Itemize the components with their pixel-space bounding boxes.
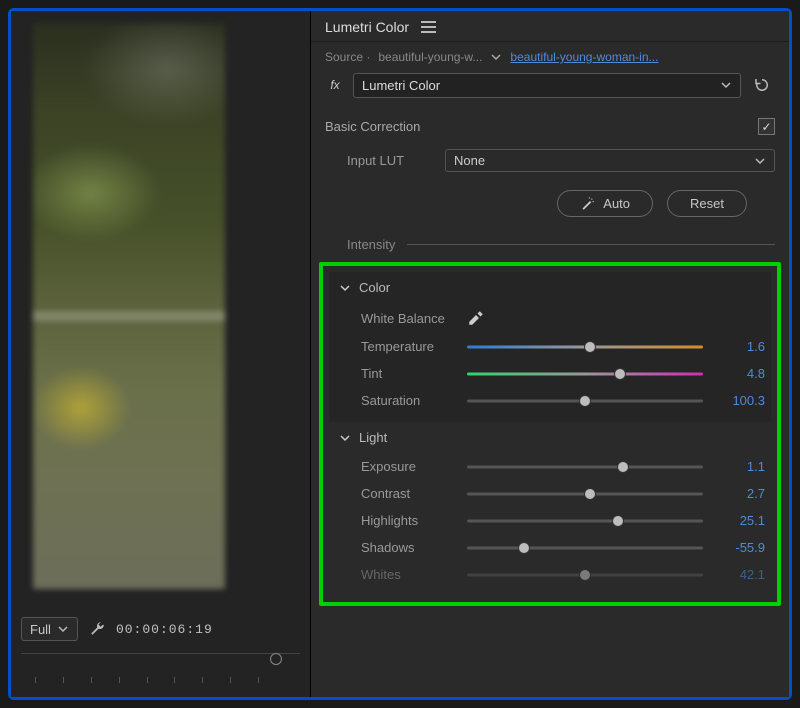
timeline-scrubber[interactable] (21, 653, 300, 667)
temperature-label: Temperature (361, 339, 457, 354)
temperature-value[interactable]: 1.6 (713, 339, 765, 354)
chevron-down-icon (720, 79, 732, 91)
chevron-down-icon (339, 432, 351, 444)
lumetri-panel: Lumetri Color Source · beautiful-young-w… (311, 11, 789, 697)
effect-name: Lumetri Color (362, 78, 440, 93)
panel-title: Lumetri Color (325, 19, 409, 35)
clip-link[interactable]: beautiful-young-woman-in... (510, 50, 658, 64)
light-group-header[interactable]: Light (329, 426, 771, 453)
timecode[interactable]: 00:00:06:19 (116, 622, 213, 637)
color-group-title: Color (359, 280, 390, 295)
input-lut-select[interactable]: None (445, 149, 775, 172)
reset-button[interactable]: Reset (667, 190, 747, 217)
whites-slider[interactable] (467, 568, 703, 582)
preview-scale-select[interactable]: Full (21, 617, 78, 641)
playhead-marker[interactable] (270, 653, 282, 665)
preview-scale-label: Full (30, 622, 51, 637)
intensity-label: Intensity (347, 237, 395, 252)
light-group-title: Light (359, 430, 387, 445)
source-prefix: Source · (325, 50, 370, 64)
tint-value[interactable]: 4.8 (713, 366, 765, 381)
shadows-value[interactable]: -55.9 (713, 540, 765, 555)
chevron-down-icon (754, 155, 766, 167)
basic-correction-title[interactable]: Basic Correction (325, 119, 420, 134)
whites-label: Whites (361, 567, 457, 582)
source-name: beautiful-young-w... (378, 50, 482, 64)
basic-correction-toggle[interactable]: ✓ (758, 118, 775, 135)
auto-button[interactable]: Auto (557, 190, 653, 217)
exposure-slider[interactable] (467, 460, 703, 474)
temperature-slider[interactable] (467, 340, 703, 354)
whites-value[interactable]: 42.1 (713, 567, 765, 582)
color-group-header[interactable]: Color (329, 276, 771, 303)
saturation-slider[interactable] (467, 394, 703, 408)
tint-slider[interactable] (467, 367, 703, 381)
highlights-value[interactable]: 25.1 (713, 513, 765, 528)
chevron-down-icon (339, 282, 351, 294)
fx-badge-icon[interactable]: fx (325, 78, 345, 92)
contrast-value[interactable]: 2.7 (713, 486, 765, 501)
white-balance-label: White Balance (361, 311, 457, 326)
annotation-arrow-icon (796, 146, 800, 241)
wand-icon (580, 196, 595, 211)
program-monitor: Full 00:00:06:19 (11, 11, 311, 697)
shadows-slider[interactable] (467, 541, 703, 555)
effect-select[interactable]: Lumetri Color (353, 73, 741, 98)
reset-label: Reset (690, 196, 724, 211)
input-lut-value: None (454, 153, 485, 168)
annotation-highlight: Color White Balance Temperature 1.6 (319, 262, 781, 606)
contrast-slider[interactable] (467, 487, 703, 501)
reset-effect-icon[interactable] (749, 72, 775, 98)
chevron-down-icon (57, 623, 69, 635)
wrench-icon[interactable] (88, 620, 106, 638)
chevron-down-icon[interactable] (490, 51, 502, 63)
input-lut-label: Input LUT (347, 153, 435, 168)
shadows-label: Shadows (361, 540, 457, 555)
intensity-slider[interactable] (407, 244, 775, 245)
highlights-slider[interactable] (467, 514, 703, 528)
highlights-label: Highlights (361, 513, 457, 528)
tint-label: Tint (361, 366, 457, 381)
video-preview[interactable] (33, 23, 225, 589)
auto-label: Auto (603, 196, 630, 211)
saturation-label: Saturation (361, 393, 457, 408)
eyedropper-icon[interactable] (467, 309, 485, 327)
contrast-label: Contrast (361, 486, 457, 501)
panel-menu-icon[interactable] (421, 21, 436, 33)
exposure-label: Exposure (361, 459, 457, 474)
saturation-value[interactable]: 100.3 (713, 393, 765, 408)
exposure-value[interactable]: 1.1 (713, 459, 765, 474)
